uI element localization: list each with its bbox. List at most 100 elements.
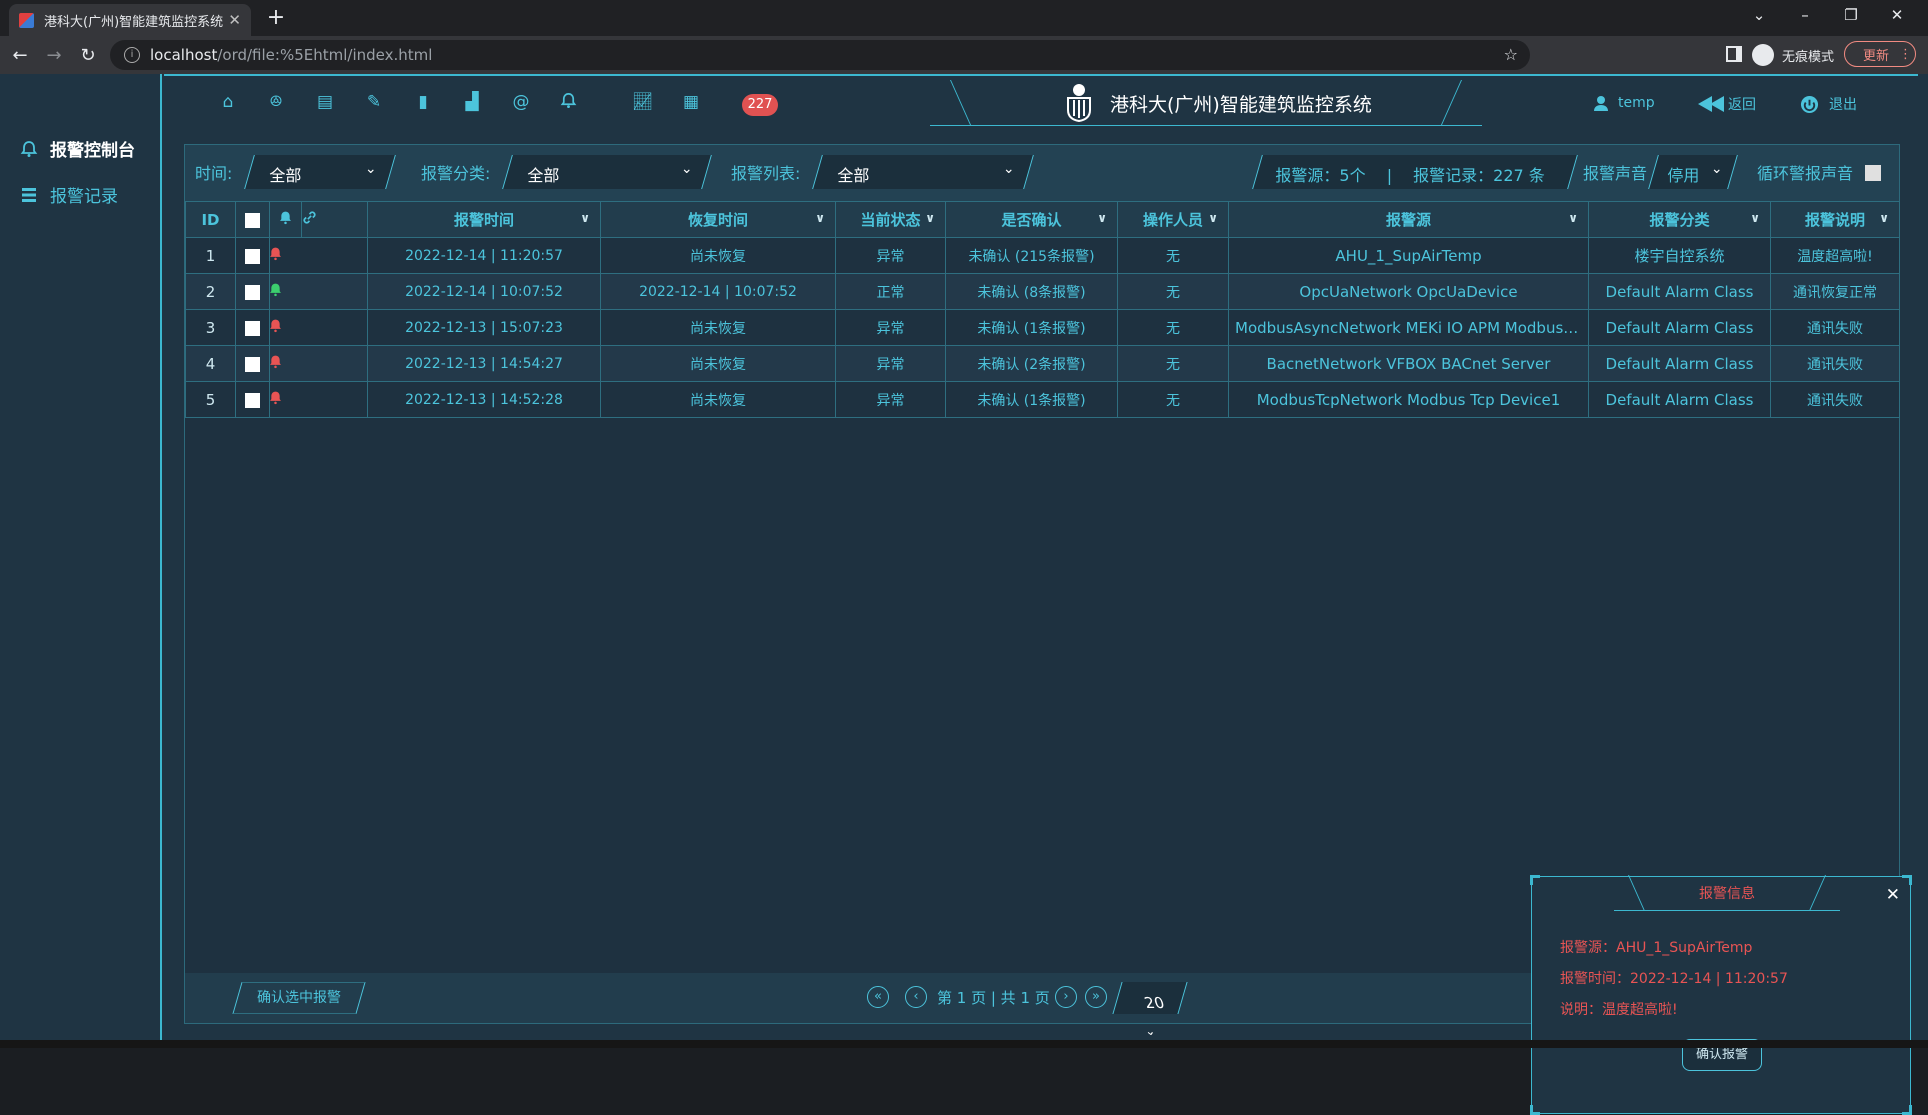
info-icon[interactable]: i: [124, 47, 140, 63]
link-icon: [303, 211, 316, 224]
restore-icon[interactable]: ❐: [1836, 6, 1866, 24]
side-panel-icon[interactable]: [1726, 46, 1742, 62]
col-ack[interactable]: 是否确认 ∨: [945, 201, 1118, 238]
chevron-down-icon[interactable]: ∨: [1097, 211, 1107, 225]
page-size-text: 20: [1142, 994, 1167, 1012]
time-filter-select[interactable]: 全部 ⌄: [244, 155, 396, 189]
table-row[interactable]: 5 2022-12-13 | 14:52:28 尚未恢复 异常 未确认 (1条报警) 无 M…: [185, 381, 1900, 418]
id-cell: 2: [185, 273, 236, 310]
table-row[interactable]: 3 2022-12-13 | 15:07:23 尚未恢复 异常 未确认 (1条报警) 无 M…: [185, 309, 1900, 346]
close-window-icon[interactable]: ✕: [1882, 6, 1912, 24]
bar-chart-icon[interactable]: ▟: [462, 92, 482, 112]
update-button[interactable]: 更新 ⋮: [1844, 41, 1916, 67]
row-checkbox[interactable]: [245, 356, 260, 372]
tool-icon[interactable]: ✎: [364, 92, 384, 112]
sidebar-item-console[interactable]: 报警控制台: [20, 136, 135, 161]
line-chart-icon[interactable]: 📈︎: [632, 92, 654, 112]
logout-button[interactable]: 退出: [1800, 94, 1857, 114]
col-recover-time-label: 恢复时间: [687, 211, 748, 229]
bell-icon: [270, 391, 281, 405]
source-cell: ModbusTcpNetwork Modbus Tcp Device1: [1228, 381, 1589, 418]
forward-arrow-icon[interactable]: →: [40, 45, 68, 66]
sound-select[interactable]: 停用 ⌄: [1648, 155, 1738, 189]
chevron-down-icon[interactable]: ∨: [1568, 211, 1578, 225]
row-checkbox-cell: [235, 345, 270, 382]
chevron-down-icon[interactable]: ∨: [925, 211, 935, 225]
row-checkbox[interactable]: [245, 392, 260, 408]
prev-page-icon[interactable]: ‹: [905, 986, 927, 1008]
first-page-icon[interactable]: «: [867, 986, 889, 1008]
bell-icon: [270, 247, 281, 261]
chevron-down-icon[interactable]: ∨: [815, 211, 825, 225]
close-tab-icon[interactable]: ✕: [228, 11, 241, 29]
id-cell: 3: [185, 309, 236, 346]
col-id[interactable]: ID: [185, 201, 236, 238]
last-page-icon[interactable]: »: [1085, 986, 1107, 1008]
state-cell: 异常: [835, 381, 946, 418]
home-icon[interactable]: ⌂: [218, 92, 238, 112]
col-desc[interactable]: 报警说明 ∨: [1770, 201, 1900, 238]
col-source[interactable]: 报警源 ∨: [1228, 201, 1589, 238]
url-input[interactable]: i localhost/ord/file:%5Ehtml/index.html …: [110, 40, 1530, 70]
col-desc-label: 报警说明: [1804, 211, 1865, 229]
next-page-icon[interactable]: ›: [1055, 986, 1077, 1008]
table-row[interactable]: 4 2022-12-13 | 14:54:27 尚未恢复 异常 未确认 (2条报警) 无 B…: [185, 345, 1900, 382]
user-button[interactable]: temp: [1592, 94, 1655, 112]
col-select-all[interactable]: [235, 201, 270, 238]
device-icon[interactable]: ▮: [413, 92, 433, 112]
chevron-down-icon[interactable]: ∨: [1879, 211, 1889, 225]
col-state[interactable]: 当前状态 ∨: [835, 201, 946, 238]
chevron-down-icon: ⌄: [1003, 161, 1015, 177]
page-size-select[interactable]: 20 ⌄: [1112, 982, 1188, 1038]
sidebar-item-records[interactable]: 报警记录: [20, 182, 118, 207]
new-tab-icon[interactable]: +: [262, 5, 290, 30]
tab-search-icon[interactable]: ⌄: [1744, 6, 1774, 24]
table-row[interactable]: 1 2022-12-14 | 11:20:57 尚未恢复 异常 未确认 (215条报警)…: [185, 237, 1900, 274]
category-filter-select[interactable]: 全部 ⌄: [502, 155, 712, 189]
col-recover-time[interactable]: 恢复时间 ∨: [600, 201, 836, 238]
incognito-indicator[interactable]: 无痕模式: [1752, 44, 1834, 66]
minimize-icon[interactable]: –: [1790, 6, 1820, 24]
calendar-icon[interactable]: ▦: [681, 92, 701, 112]
browser-tab-bar: 港科大(广州)智能建筑监控系统 ✕ + ⌄ – ❐ ✕: [0, 0, 1928, 36]
row-checkbox-cell: [235, 273, 270, 310]
list-icon: [22, 187, 36, 202]
back-arrow-icon[interactable]: ←: [6, 45, 34, 66]
col-alarm-time[interactable]: 报警时间 ∨: [367, 201, 601, 238]
back-label: 返回: [1728, 97, 1756, 113]
table-row[interactable]: 2 2022-12-14 | 10:07:52 2022-12-14 | 10:07…: [185, 273, 1900, 310]
row-checkbox[interactable]: [245, 320, 260, 336]
chevron-down-icon[interactable]: ∨: [580, 211, 590, 225]
link-cell: [301, 237, 368, 274]
col-operator[interactable]: 操作人员 ∨: [1117, 201, 1229, 238]
reload-icon[interactable]: ↻: [74, 45, 102, 66]
alarm-count-badge[interactable]: 227: [742, 94, 778, 116]
class-cell: Default Alarm Class: [1588, 309, 1771, 346]
confirm-selected-button[interactable]: 确认选中报警: [232, 982, 366, 1014]
chevron-down-icon[interactable]: ∨: [1750, 211, 1760, 225]
app-root: 报警控制台 报警记录 ⌂ ꔮ ▤ ✎ ▮ ▟ @ 227 📈︎ ▦ 港科大(广州…: [0, 74, 1928, 1115]
bell-icon[interactable]: [558, 92, 578, 112]
chevron-down-icon: ⌄: [681, 161, 693, 177]
close-icon[interactable]: ✕: [1886, 885, 1900, 905]
loop-sound-checkbox[interactable]: [1865, 165, 1881, 181]
bookmark-star-icon[interactable]: ☆: [1504, 45, 1518, 64]
clip-icon[interactable]: @: [511, 92, 531, 112]
popup-desc: 说明：温度超高啦!: [1560, 1002, 1678, 1018]
row-checkbox[interactable]: [245, 284, 260, 300]
bell-cell: [269, 273, 302, 310]
select-all-checkbox[interactable]: [245, 212, 260, 228]
chevron-down-icon[interactable]: ∨: [1208, 211, 1218, 225]
row-checkbox[interactable]: [245, 248, 260, 264]
alarm-time-cell: 2022-12-14 | 10:07:52: [367, 273, 601, 310]
browser-tab[interactable]: 港科大(广州)智能建筑监控系统 ✕: [9, 4, 251, 36]
back-button[interactable]: 返回: [1696, 94, 1756, 114]
list-filter-select[interactable]: 全部 ⌄: [812, 155, 1034, 189]
popup-corner: [1530, 875, 1540, 885]
building-icon[interactable]: ▤: [315, 92, 335, 112]
operator-cell: 无: [1117, 237, 1229, 274]
people-icon[interactable]: ꔮ: [266, 92, 286, 112]
page-info: 第 1 页 | 共 1 页: [937, 989, 1050, 1007]
sidebar-item-label: 报警控制台: [50, 141, 135, 161]
col-class[interactable]: 报警分类 ∨: [1588, 201, 1771, 238]
